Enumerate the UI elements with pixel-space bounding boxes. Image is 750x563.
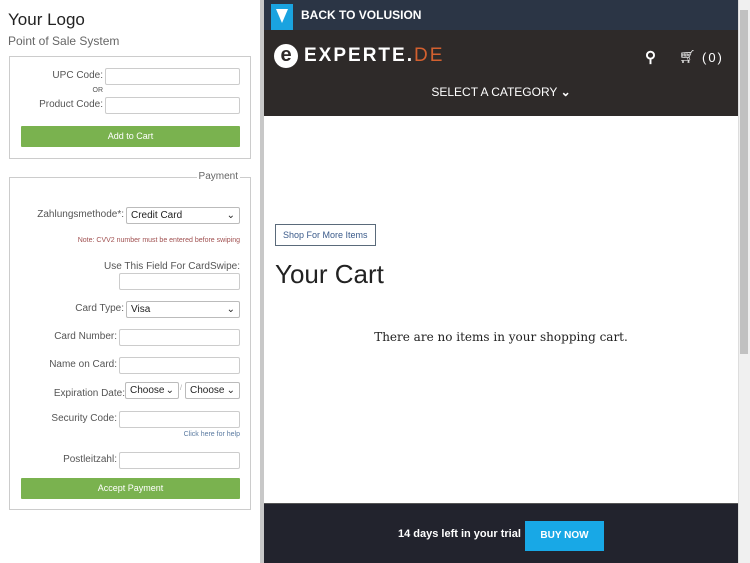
name-label: Name on Card: (49, 359, 117, 370)
cart-icon[interactable]: 🛒︎ (679, 49, 696, 65)
security-label: Security Code: (51, 413, 117, 424)
search-icon[interactable]: ⚲ (645, 48, 656, 66)
exp-month-value: Choose (130, 385, 165, 396)
chevron-down-icon: ⌄ (560, 85, 571, 99)
category-menu[interactable]: SELECT A CATEGORY ⌄ (264, 85, 738, 99)
exp-year-value: Choose (190, 385, 225, 396)
product-label: Product Code: (39, 99, 103, 110)
chevron-down-icon: ⌄ (226, 385, 235, 396)
chevron-down-icon: ⌄ (226, 304, 235, 315)
card-type-label: Card Type: (75, 303, 124, 314)
chevron-down-icon: ⌄ (226, 210, 235, 221)
name-input[interactable] (119, 357, 240, 374)
card-type-value: Visa (131, 304, 151, 315)
or-text: OR (92, 87, 104, 94)
brand-e-icon: e (274, 44, 298, 68)
method-value: Credit Card (131, 210, 183, 221)
category-label: SELECT A CATEGORY (431, 85, 558, 99)
card-number-input[interactable] (119, 329, 240, 346)
accept-payment-button[interactable]: Accept Payment (21, 478, 240, 499)
card-number-label: Card Number: (54, 331, 117, 342)
cvv-note: Note: CVV2 number must be entered before… (77, 237, 240, 244)
buy-now-button[interactable]: BUY NOW (525, 521, 604, 551)
exp-label: Expiration Date: (53, 388, 125, 399)
exp-month-select[interactable]: Choose ⌄ (125, 382, 179, 399)
exp-year-select[interactable]: Choose ⌄ (185, 382, 240, 399)
payment-box: Payment Zahlungsmethode*: Credit Card ⌄ N… (9, 171, 251, 510)
product-box: UPC Code: OR Product Code: Add to Cart (9, 56, 251, 159)
help-link[interactable]: Click here for help (10, 431, 240, 438)
zip-input[interactable] (119, 452, 240, 469)
cart-count[interactable]: (0) (702, 50, 724, 65)
add-to-cart-button[interactable]: Add to Cart (21, 126, 240, 147)
empty-cart-message: There are no items in your shopping cart… (374, 330, 628, 344)
payment-legend: Payment (196, 171, 240, 182)
store-preview: BACK TO VOLUSION e EXPERTE.DE ⚲ 🛒︎ (0) S… (264, 0, 738, 563)
back-to-volusion-link[interactable]: BACK TO VOLUSION (301, 8, 421, 22)
chevron-down-icon: ⌄ (165, 385, 174, 396)
brand-accent: DE (413, 45, 445, 66)
brand-name: EXPERTE. (304, 45, 414, 66)
zip-label: Postleitzahl: (63, 454, 117, 465)
subtitle: Point of Sale System (8, 34, 120, 48)
product-input[interactable] (105, 97, 240, 114)
card-type-select[interactable]: Visa ⌄ (126, 301, 240, 318)
security-input[interactable] (119, 411, 240, 428)
scrollbar-thumb[interactable] (740, 10, 748, 354)
store-header: e EXPERTE.DE ⚲ 🛒︎ (0) SELECT A CATEGORY … (264, 30, 738, 116)
cart-title: Your Cart (275, 259, 384, 289)
method-label: Zahlungsmethode*: (37, 209, 124, 220)
shop-more-button[interactable]: Shop For More Items (275, 224, 376, 246)
trial-bar: 14 days left in your trial BUY NOW (264, 503, 738, 563)
method-select[interactable]: Credit Card ⌄ (126, 207, 240, 224)
upc-input[interactable] (105, 68, 240, 85)
volusion-logo-icon (271, 4, 293, 30)
swipe-input[interactable] (119, 273, 240, 290)
upc-label: UPC Code: (52, 70, 103, 81)
pos-panel: Your Logo Point of Sale System UPC Code:… (0, 0, 260, 563)
trial-text: 14 days left in your trial (398, 528, 521, 540)
swipe-label: Use This Field For CardSwipe: (104, 261, 240, 272)
exp-separator: / (180, 385, 182, 392)
logo: Your Logo (8, 10, 85, 29)
brand-logo[interactable]: e EXPERTE.DE (274, 44, 444, 68)
volusion-bar: BACK TO VOLUSION (264, 0, 738, 30)
